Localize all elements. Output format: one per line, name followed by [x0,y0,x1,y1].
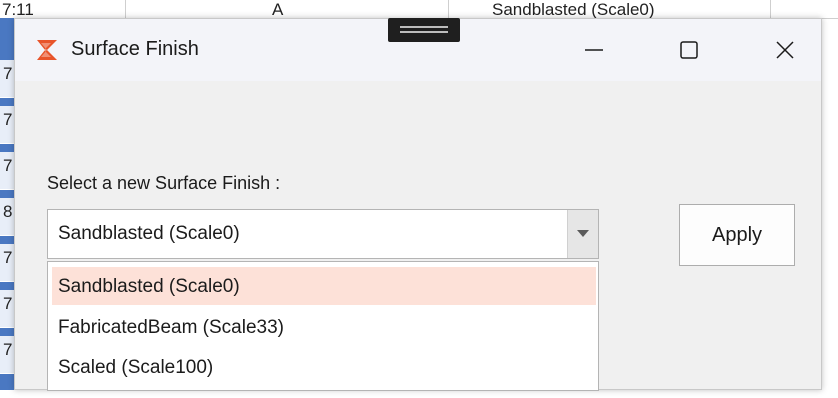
minimize-button[interactable] [560,19,628,81]
spreadsheet-cell: 7 [0,244,14,282]
spreadsheet-cell: Sandblasted (Scale0) [492,0,655,19]
spreadsheet-cell: A [272,0,284,19]
drag-handle[interactable] [388,18,460,42]
spreadsheet-cell: 7 [0,60,14,98]
option-scaled[interactable]: Scaled (Scale100) [52,348,596,386]
grid-line [448,0,449,18]
surface-finish-options: Sandblasted (Scale0) FabricatedBeam (Sca… [47,261,599,391]
close-button[interactable] [751,19,819,81]
grid-line [770,0,771,18]
spreadsheet-cell: 8 [0,198,14,236]
chevron-down-icon [577,230,589,237]
apply-button[interactable]: Apply [679,204,795,266]
surface-finish-select[interactable]: Sandblasted (Scale0) [47,209,599,259]
maximize-button[interactable] [655,19,723,81]
grip-line [400,31,448,33]
grid-line [125,0,126,18]
spreadsheet-top-row: 7:11 A Sandblasted (Scale0) [0,0,838,19]
maximize-icon [680,41,698,59]
spreadsheet-cell: 7 [0,152,14,190]
surface-finish-dialog: Surface Finish Select a new Surface Fini… [14,18,822,391]
minimize-icon [585,49,603,51]
option-fabricatedbeam[interactable]: FabricatedBeam (Scale33) [52,308,596,346]
spreadsheet-cell: 7 [0,290,14,328]
spreadsheet-cell: 7 [0,106,14,144]
app-logo-icon [35,37,61,63]
grip-line [400,26,448,28]
dropdown-toggle[interactable] [567,210,598,258]
close-icon [776,41,794,59]
selected-value: Sandblasted (Scale0) [58,223,240,244]
surface-finish-prompt: Select a new Surface Finish : [47,173,281,193]
dialog-title: Surface Finish [71,38,199,60]
spreadsheet-cell: 7 [0,336,14,374]
spreadsheet-left-column: 7 7 7 8 7 7 7 [0,18,14,390]
option-sandblasted[interactable]: Sandblasted (Scale0) [52,267,596,305]
spreadsheet-cell: 7:11 [2,0,34,19]
